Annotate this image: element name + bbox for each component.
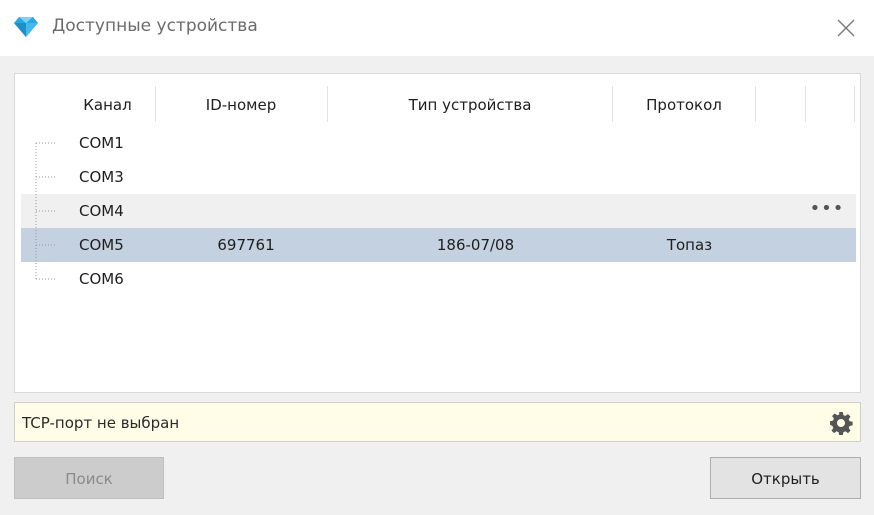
protocol-cell — [618, 262, 761, 296]
list-header: Канал ID-номер Тип устройства Протокол — [15, 74, 860, 122]
title-bar: Доступные устройства — [0, 0, 874, 56]
open-button[interactable]: Открыть — [710, 457, 861, 499]
column-header-channel[interactable]: Канал — [60, 74, 155, 120]
channel-cell: COM1 — [79, 134, 124, 152]
device-type-cell — [333, 194, 618, 228]
device-type-cell — [333, 126, 618, 160]
diamond-icon — [14, 17, 38, 37]
protocol-cell — [618, 194, 761, 228]
protocol-cell: Топаз — [666, 236, 713, 254]
device-type-cell — [333, 160, 618, 194]
table-row-com6[interactable]: COM6 — [21, 262, 856, 296]
table-row-com4[interactable]: COM4 ••• — [21, 194, 856, 228]
column-separator[interactable] — [854, 86, 855, 122]
column-header-id[interactable]: ID-номер — [156, 74, 326, 120]
search-button[interactable]: Поиск — [14, 457, 164, 499]
column-header-protocol[interactable]: Протокол — [613, 74, 755, 120]
more-options-icon[interactable]: ••• — [807, 194, 847, 228]
channel-cell: COM4 — [79, 202, 124, 220]
id-cell — [161, 160, 331, 194]
device-type-cell — [333, 262, 618, 296]
channel-cell: COM3 — [79, 168, 124, 186]
column-header-extra[interactable] — [806, 74, 854, 120]
id-cell — [161, 262, 331, 296]
table-row-com5[interactable]: COM5 697761 186-07/08 Топаз — [21, 228, 856, 262]
device-type-cell: 186-07/08 — [436, 236, 515, 254]
id-cell: 697761 — [217, 236, 275, 254]
protocol-cell — [618, 126, 761, 160]
tcp-status-text: TCP-порт не выбран — [22, 414, 180, 432]
id-cell — [161, 194, 331, 228]
protocol-cell — [618, 160, 761, 194]
channel-cell: COM5 — [79, 236, 124, 254]
column-header-device-type[interactable]: Тип устройства — [328, 74, 612, 120]
window-title: Доступные устройства — [52, 16, 258, 36]
tcp-status-bar: TCP-порт не выбран — [14, 402, 861, 442]
device-list[interactable]: Канал ID-номер Тип устройства Протокол C… — [14, 73, 861, 393]
table-row-com3[interactable]: COM3 — [21, 160, 856, 194]
close-icon[interactable] — [832, 14, 860, 42]
table-row-com1[interactable]: COM1 — [21, 126, 856, 160]
id-cell — [161, 126, 331, 160]
tree-connector-lines — [35, 142, 55, 280]
channel-cell: COM6 — [79, 270, 124, 288]
column-header-extra[interactable] — [756, 74, 805, 120]
gear-icon[interactable] — [829, 411, 853, 435]
